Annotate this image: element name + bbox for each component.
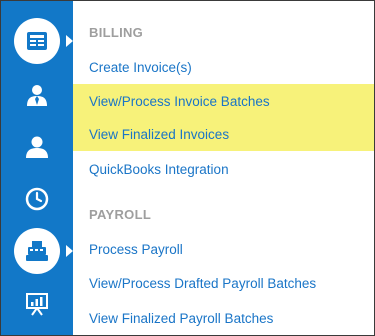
menu-panel: BILLING Create Invoice(s) View/Process I… [0,0,375,336]
active-indicator [14,18,60,64]
sidebar-item-billing[interactable] [1,13,73,69]
menu-item-view-process-drafted-payroll-batches[interactable]: View/Process Drafted Payroll Batches [73,266,374,300]
menu-item-create-invoices[interactable]: Create Invoice(s) [73,50,374,84]
active-pointer [66,35,73,47]
billing-icon [27,32,47,50]
menu-item-view-finalized-invoices[interactable]: View Finalized Invoices [73,117,374,151]
sidebar-item-employees[interactable] [1,67,73,123]
sidebar-item-reports[interactable] [1,276,73,332]
presentation-chart-icon [26,293,48,316]
section-title-payroll: PAYROLL [89,207,152,222]
employee-icon [27,85,47,106]
clock-icon [25,187,49,211]
sidebar-item-users[interactable] [1,119,73,175]
active-pointer [66,245,73,257]
sidebar-item-payroll[interactable] [1,223,73,279]
menu-item-view-finalized-payroll-batches[interactable]: View Finalized Payroll Batches [73,301,374,335]
menu-item-view-process-invoice-batches[interactable]: View/Process Invoice Batches [73,84,374,118]
user-icon [26,136,48,158]
menu-content: BILLING Create Invoice(s) View/Process I… [73,1,374,335]
menu-item-process-payroll[interactable]: Process Payroll [73,232,374,266]
cash-register-icon [26,241,48,261]
menu-item-quickbooks-integration[interactable]: QuickBooks Integration [73,152,374,186]
active-indicator [14,228,60,274]
section-title-billing: BILLING [89,25,144,40]
sidebar-item-time[interactable] [1,171,73,227]
sidebar [1,1,73,335]
